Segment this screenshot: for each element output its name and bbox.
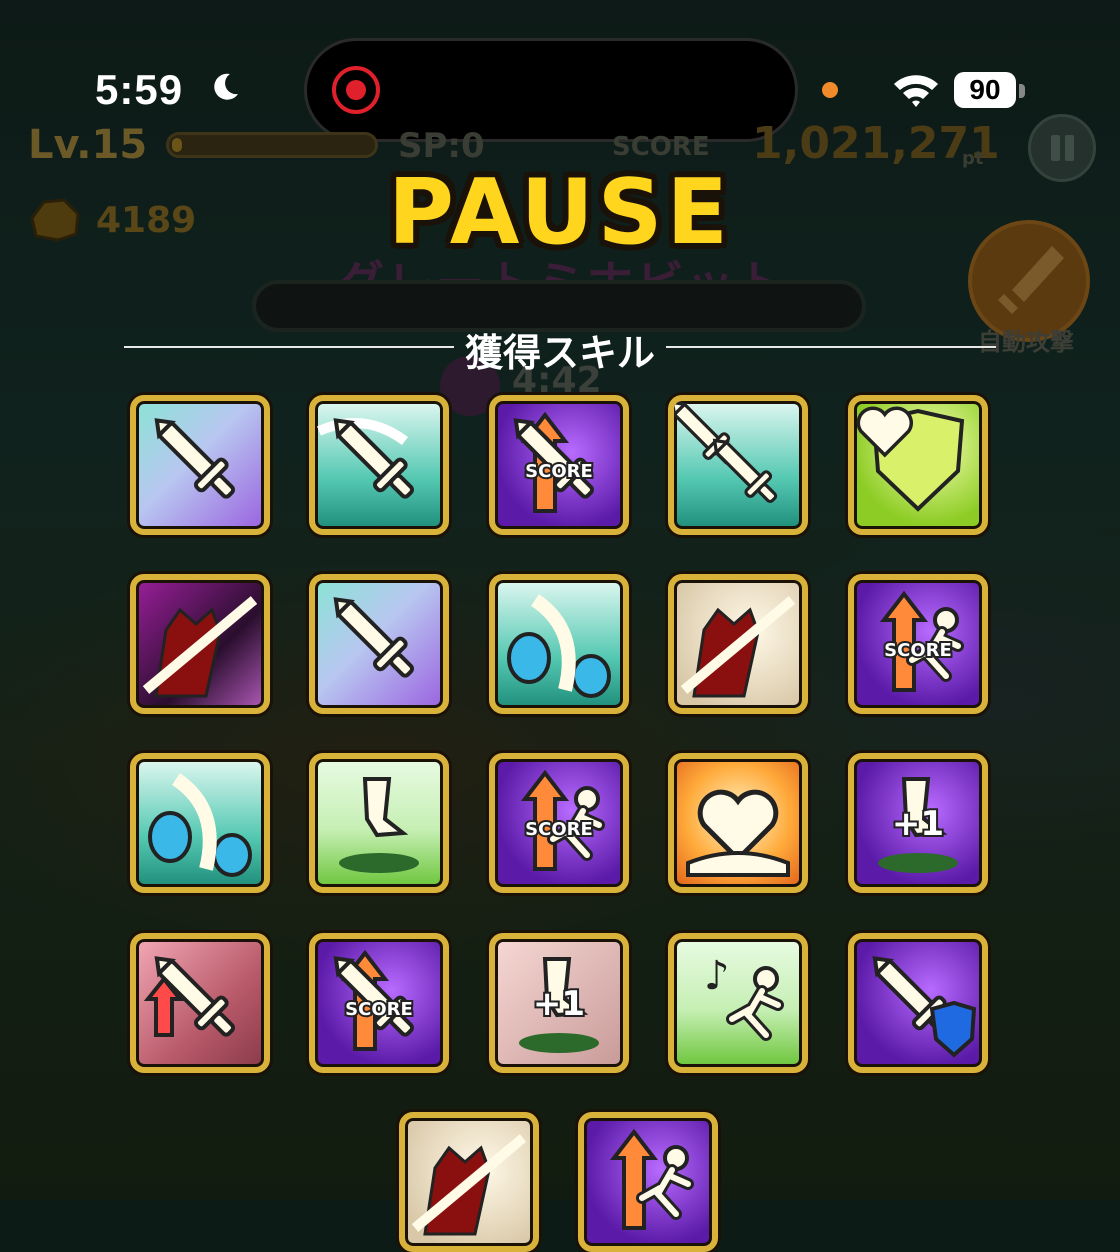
- screen-record-icon: [332, 66, 380, 114]
- skill-tile[interactable]: [668, 753, 808, 893]
- svg-text:SCORE: SCORE: [525, 461, 593, 482]
- skill-tile[interactable]: [309, 753, 449, 893]
- skill-tile[interactable]: [848, 933, 988, 1073]
- skill-tile[interactable]: +1: [848, 753, 988, 893]
- demon-slash-icon: [411, 1134, 527, 1236]
- svg-text:SCORE: SCORE: [345, 999, 413, 1020]
- skill-tile[interactable]: [399, 1112, 539, 1252]
- strawberry-slash-icon: [507, 594, 611, 698]
- music-runner-icon: ♪: [704, 953, 784, 1041]
- skill-tile[interactable]: [578, 1112, 718, 1252]
- heart-shield-heal-icon: [856, 406, 965, 512]
- score-up-runner-icon: SCORE: [879, 590, 964, 692]
- skill-tile[interactable]: [309, 574, 449, 714]
- svg-text:SCORE: SCORE: [525, 819, 593, 840]
- score-up-sword-icon: SCORE: [333, 949, 415, 1051]
- skill-tile[interactable]: [668, 574, 808, 714]
- sword-power-icon: [154, 418, 235, 499]
- skill-tile[interactable]: [668, 395, 808, 535]
- xp-bar: [166, 132, 378, 158]
- battery-nub: [1019, 84, 1025, 98]
- xp-bar-fill: [172, 138, 182, 152]
- skill-tile[interactable]: SCORE: [309, 933, 449, 1073]
- double-sword-icon: [674, 401, 778, 504]
- stomp-icon: [339, 777, 419, 873]
- skill-tile[interactable]: [848, 395, 988, 535]
- skill-tile[interactable]: [130, 933, 270, 1073]
- svg-text:♪: ♪: [704, 953, 730, 999]
- mic-indicator-icon: [822, 82, 838, 98]
- skill-tile[interactable]: SCORE: [489, 395, 629, 535]
- battery-indicator: 90: [954, 72, 1016, 108]
- skill-tile[interactable]: [130, 574, 270, 714]
- stomp-plus-one-icon: +1: [519, 957, 599, 1053]
- demon-slash-icon: [142, 596, 258, 698]
- wifi-icon: [894, 75, 938, 107]
- heart-hand-icon: [686, 789, 790, 877]
- score-label: SCORE: [612, 132, 710, 162]
- sword-shield-heart-icon: [872, 956, 977, 1058]
- svg-text:+1: +1: [892, 804, 944, 844]
- score-up-runner-icon: [609, 1128, 694, 1230]
- strawberry-slash-icon: [148, 773, 252, 877]
- svg-text:SCORE: SCORE: [884, 640, 952, 661]
- skill-tile[interactable]: [130, 753, 270, 893]
- status-time: 5:59: [95, 66, 184, 113]
- sword-power-icon: [333, 597, 414, 678]
- score-up-runner-icon: SCORE: [520, 769, 605, 871]
- sword-dash-icon: [317, 418, 414, 499]
- skills-section-title: 獲得スキル: [464, 331, 655, 375]
- skill-tile[interactable]: SCORE: [848, 574, 988, 714]
- skill-tile[interactable]: SCORE: [489, 753, 629, 893]
- skill-tile[interactable]: ♪: [668, 933, 808, 1073]
- svg-text:+1: +1: [533, 984, 585, 1024]
- skill-tile[interactable]: +1: [489, 933, 629, 1073]
- skill-tile[interactable]: [309, 395, 449, 535]
- moon-icon: [214, 73, 238, 100]
- score-up-sword-icon: SCORE: [513, 411, 595, 513]
- pause-title: PAUSE: [388, 160, 732, 265]
- demon-slash-icon: [680, 596, 796, 698]
- skill-tile[interactable]: [489, 574, 629, 714]
- stomp-plus-one-heart-icon: +1: [878, 777, 958, 873]
- skill-tile[interactable]: [130, 395, 270, 535]
- sword-double-arrow-icon: [143, 956, 235, 1037]
